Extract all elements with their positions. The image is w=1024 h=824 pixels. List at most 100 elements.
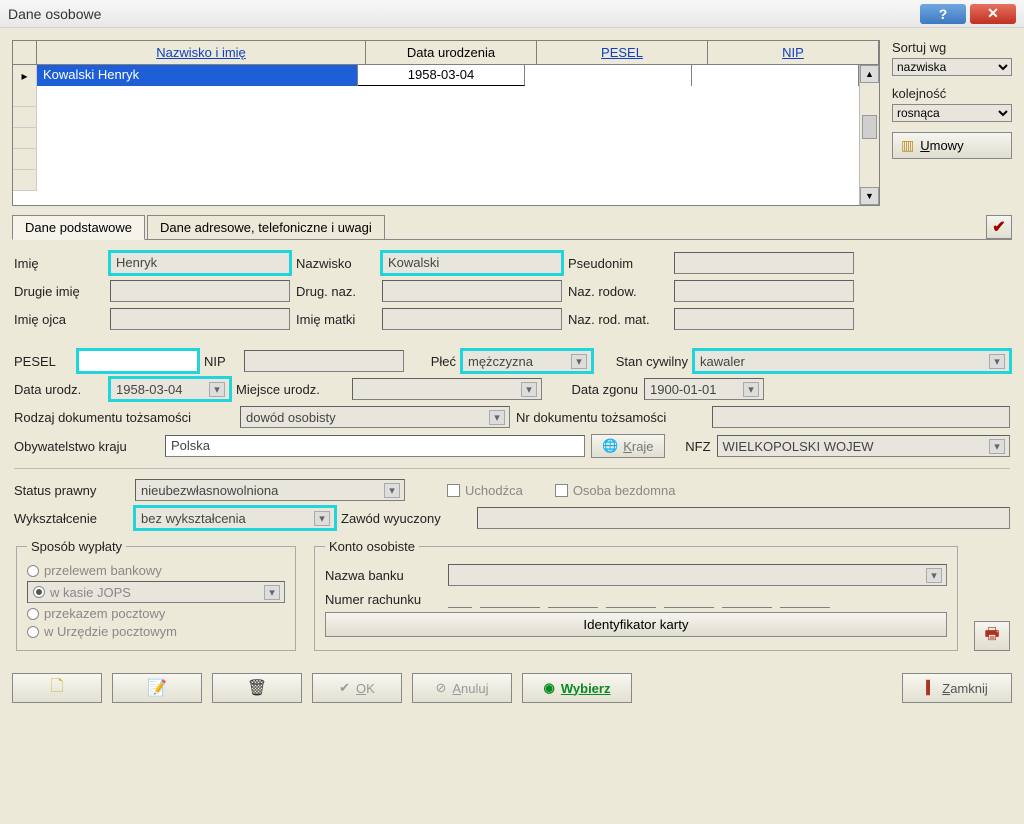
tab-basic-data[interactable]: Dane podstawowe <box>12 215 145 240</box>
konto-legend: Konto osobiste <box>325 539 419 554</box>
radio-urzad[interactable]: w Urzędzie pocztowym <box>27 624 285 639</box>
anuluj-button[interactable]: ⊘ Anuluj <box>412 673 512 703</box>
obywatelstwo-field[interactable]: Polska <box>165 435 585 457</box>
bank-select[interactable] <box>448 564 947 586</box>
pseudonim-field[interactable] <box>674 252 854 274</box>
label-stan: Stan cywilny <box>598 354 688 369</box>
imie-field[interactable]: Henryk <box>110 252 290 274</box>
nazwisko-field[interactable]: Kowalski <box>382 252 562 274</box>
zamknij-button[interactable]: ▍ Zamknij <box>902 673 1012 703</box>
iban-seg[interactable] <box>606 590 656 608</box>
uchodzca-checkbox[interactable]: Uchodźca <box>447 483 523 498</box>
new-button[interactable]: 🗋 <box>12 673 102 703</box>
iban-seg[interactable] <box>448 590 472 608</box>
col-nip[interactable]: NIP <box>708 41 879 64</box>
col-name[interactable]: Nazwisko i imię <box>37 41 366 64</box>
naz-rodow-field[interactable] <box>674 280 854 302</box>
validate-button[interactable]: ✔ <box>986 215 1012 239</box>
wybierz-button[interactable]: ◉ Wybierz <box>522 673 632 703</box>
iban-seg[interactable] <box>722 590 772 608</box>
delete-button[interactable]: 🗑 <box>212 673 302 703</box>
wyksztalcenie-select[interactable]: bez wykształcenia <box>135 507 335 529</box>
label-plec: Płeć <box>410 354 456 369</box>
label-obyw: Obywatelstwo kraju <box>14 439 159 454</box>
globe-icon: 🌐 <box>602 438 618 454</box>
col-birthdate[interactable]: Data urodzenia <box>366 41 537 64</box>
label-imie: Imię <box>14 256 104 271</box>
label-pseudonim: Pseudonim <box>568 256 668 271</box>
sort-by-select[interactable]: nazwiska <box>892 58 1012 76</box>
label-zawod: Zawód wyuczony <box>341 511 471 526</box>
status-prawny-select[interactable]: nieubezwłasnowolniona <box>135 479 405 501</box>
stan-cywilny-select[interactable]: kawaler <box>694 350 1010 372</box>
scroll-thumb[interactable] <box>862 115 877 139</box>
close-button[interactable]: ✕ <box>970 4 1016 24</box>
print-button[interactable]: 🖶 <box>974 621 1010 651</box>
label-nr-dok: Nr dokumentu tożsamości <box>516 410 706 425</box>
radio-przelew[interactable]: przelewem bankowy <box>27 563 285 578</box>
scroll-up-icon[interactable]: ▲ <box>860 65 879 83</box>
label-nfz: NFZ <box>671 439 711 454</box>
label-drugie-imie: Drugie imię <box>14 284 104 299</box>
nr-dok-field[interactable] <box>712 406 1010 428</box>
window-title: Dane osobowe <box>8 6 916 22</box>
id-karty-button[interactable]: Identyfikator karty <box>325 612 947 637</box>
rodzaj-dok-select[interactable]: dowód osobisty <box>240 406 510 428</box>
drugie-imie-field[interactable] <box>110 280 290 302</box>
naz-rod-mat-field[interactable] <box>674 308 854 330</box>
scroll-down-icon[interactable]: ▼ <box>860 187 879 205</box>
printer-icon: 🖶 <box>984 623 999 650</box>
tab-address-data[interactable]: Dane adresowe, telefoniczne i uwagi <box>147 215 385 240</box>
nip-field[interactable] <box>244 350 404 372</box>
umowy-button[interactable]: ▥ Umowy <box>892 132 1012 159</box>
door-icon: ▍ <box>926 680 936 696</box>
miejsce-urodz-select[interactable] <box>352 378 542 400</box>
check-icon: ✔ <box>992 217 1005 237</box>
sort-panel: Sortuj wg nazwiska kolejność rosnąca ▥ U… <box>892 40 1012 159</box>
data-urodz-field[interactable]: 1958-03-04 <box>110 378 230 400</box>
table-row[interactable]: ▸ Kowalski Henryk 1958-03-04 <box>13 65 859 86</box>
cell-nip <box>692 65 859 86</box>
cell-pesel <box>525 65 692 86</box>
label-miejsce-ur: Miejsce urodz. <box>236 382 346 397</box>
imie-matki-field[interactable] <box>382 308 562 330</box>
iban-seg[interactable] <box>780 590 830 608</box>
imie-ojca-field[interactable] <box>110 308 290 330</box>
label-rodzaj-dok: Rodzaj dokumentu tożsamości <box>14 410 234 425</box>
trash-icon: 🗑 <box>247 678 267 698</box>
label-naz-rodow: Naz. rodow. <box>568 284 668 299</box>
iban-seg[interactable] <box>664 590 714 608</box>
order-select[interactable]: rosnąca <box>892 104 1012 122</box>
cell-date: 1958-03-04 <box>358 65 525 86</box>
bottom-toolbar: 🗋 📝 🗑 ✔ OK ⊘ Anuluj ◉ Wybierz ▍ Zamknij <box>12 673 1012 703</box>
titlebar: Dane osobowe ? ✕ <box>0 0 1024 28</box>
cancel-icon: ⊘ <box>435 680 446 696</box>
radio-kasa[interactable]: w kasie JOPS <box>27 581 285 603</box>
radio-przekaz[interactable]: przekazem pocztowy <box>27 606 285 621</box>
plec-select[interactable]: mężczyzna <box>462 350 592 372</box>
iban-seg[interactable] <box>548 590 598 608</box>
ok-button[interactable]: ✔ OK <box>312 673 402 703</box>
person-grid[interactable]: Nazwisko i imię Data urodzenia PESEL NIP… <box>12 40 880 206</box>
label-nazwisko: Nazwisko <box>296 256 376 271</box>
sposob-wyplaty-group: Sposób wypłaty przelewem bankowy w kasie… <box>16 539 296 651</box>
col-pesel[interactable]: PESEL <box>537 41 708 64</box>
label-rachunek: Numer rachunku <box>325 592 440 607</box>
zawod-field[interactable] <box>477 507 1010 529</box>
sposob-legend: Sposób wypłaty <box>27 539 126 554</box>
data-zgonu-field[interactable]: 1900-01-01 <box>644 378 764 400</box>
help-button[interactable]: ? <box>920 4 966 24</box>
bezdomna-checkbox[interactable]: Osoba bezdomna <box>555 483 676 498</box>
label-data-ur: Data urodz. <box>14 382 104 397</box>
edit-button[interactable]: 📝 <box>112 673 202 703</box>
label-data-zgonu: Data zgonu <box>548 382 638 397</box>
nfz-select[interactable]: WIELKOPOLSKI WOJEW <box>717 435 1010 457</box>
label-bank: Nazwa banku <box>325 568 440 583</box>
iban-seg[interactable] <box>480 590 540 608</box>
target-icon: ◉ <box>544 680 555 696</box>
drug-naz-field[interactable] <box>382 280 562 302</box>
kraje-button[interactable]: 🌐 Kraje <box>591 434 665 458</box>
contract-icon: ▥ <box>901 137 914 154</box>
grid-scrollbar[interactable]: ▲ ▼ <box>859 65 879 205</box>
pesel-field[interactable] <box>78 350 198 372</box>
